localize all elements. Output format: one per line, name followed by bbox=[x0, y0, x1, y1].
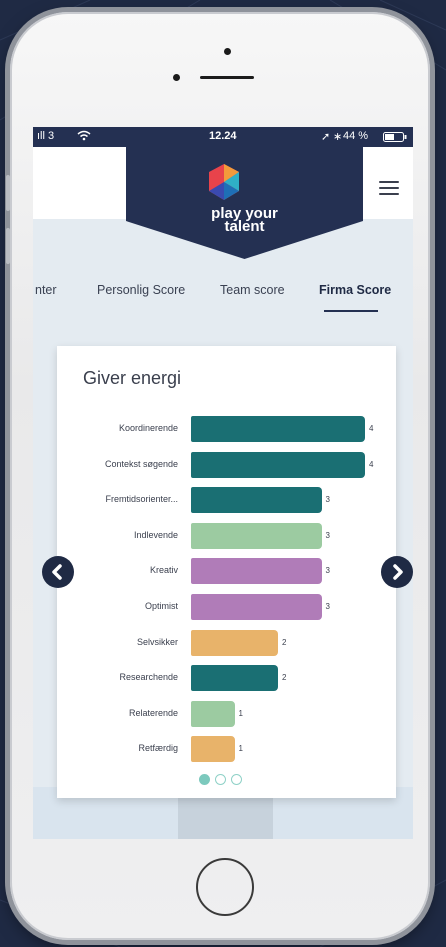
brand-name: play your talent bbox=[211, 205, 278, 235]
bar-row: Optimist 3 bbox=[57, 593, 396, 621]
front-camera bbox=[224, 48, 231, 55]
signal-indicator: ıll 3 bbox=[37, 130, 55, 142]
bar-row: Indlevende 3 bbox=[57, 522, 396, 550]
active-tab-indicator bbox=[324, 310, 378, 312]
header-banner bbox=[126, 147, 363, 259]
bar-label: Contekst søgende bbox=[104, 458, 178, 469]
tab-inter[interactable]: nter bbox=[35, 283, 57, 297]
hamburger-menu-icon[interactable] bbox=[379, 181, 399, 197]
home-button[interactable] bbox=[196, 858, 254, 916]
status-time: 12.24 bbox=[209, 130, 237, 142]
bar-label: Selvsikker bbox=[136, 636, 178, 647]
bar-value-label: 2 bbox=[282, 673, 287, 683]
bar-label: Retfærdig bbox=[138, 743, 178, 754]
play-your-talent-logo-icon bbox=[209, 164, 239, 200]
bar-label: Kreativ bbox=[149, 565, 178, 576]
bar bbox=[191, 522, 322, 549]
bar bbox=[191, 594, 322, 620]
bar-value-label: 4 bbox=[369, 459, 374, 469]
bar bbox=[191, 665, 278, 692]
previous-button[interactable] bbox=[42, 556, 74, 588]
bar-value-label: 1 bbox=[238, 708, 243, 718]
page-dot-3[interactable] bbox=[231, 774, 242, 785]
bar bbox=[191, 451, 365, 478]
chevron-left-icon bbox=[52, 564, 62, 580]
tab-firma-score[interactable]: Firma Score bbox=[319, 283, 391, 297]
bar bbox=[191, 416, 365, 442]
volume-button bbox=[6, 175, 10, 211]
bar bbox=[191, 558, 322, 585]
tab-team-score[interactable]: Team score bbox=[220, 283, 285, 297]
bar-value-label: 2 bbox=[282, 637, 287, 647]
bar-row: Relaterende 1 bbox=[57, 700, 396, 728]
earpiece-speaker bbox=[200, 76, 254, 79]
bar-label: Relaterende bbox=[128, 707, 178, 718]
bar-value-label: 3 bbox=[325, 602, 330, 611]
chart-title: Giver energi bbox=[83, 368, 182, 388]
bar-row: Contekst søgende 4 bbox=[57, 451, 396, 479]
bar-value-label: 3 bbox=[325, 530, 330, 540]
status-bar: ıll 3 12.24 ➚ ∗ 44 % bbox=[33, 127, 413, 147]
location-icon: ➚ bbox=[321, 131, 331, 143]
next-button[interactable] bbox=[381, 556, 413, 588]
bar-row: Koordinerende 4 bbox=[57, 415, 396, 443]
bar bbox=[191, 629, 278, 656]
bar bbox=[191, 487, 322, 514]
volume-button bbox=[6, 228, 10, 264]
battery-icon bbox=[383, 132, 407, 145]
page-dot-1[interactable] bbox=[199, 774, 210, 785]
bar-label: Koordinerende bbox=[118, 423, 178, 433]
battery-percent: 44 % bbox=[343, 130, 369, 142]
bar-row: Kreativ 3 bbox=[57, 557, 396, 585]
bar-value-label: 4 bbox=[369, 424, 374, 433]
bar-value-label: 3 bbox=[325, 495, 330, 505]
bar-label: Researchende bbox=[119, 672, 178, 683]
bar bbox=[191, 736, 235, 763]
bar-row: Retfærdig 1 bbox=[57, 735, 396, 763]
bar-row: Fremtidsorienter... 3 bbox=[57, 486, 396, 514]
page-indicator bbox=[199, 774, 259, 788]
bar-label: Fremtidsorienter... bbox=[105, 494, 178, 505]
page-dot-2[interactable] bbox=[215, 774, 226, 785]
tab-personlig-score[interactable]: Personlig Score bbox=[97, 283, 185, 297]
wifi-icon bbox=[77, 130, 91, 144]
proximity-sensor bbox=[173, 74, 180, 81]
bar-row: Selvsikker 2 bbox=[57, 629, 396, 657]
chevron-right-icon bbox=[393, 564, 403, 580]
bluetooth-icon: ∗ bbox=[333, 131, 343, 143]
bar-label: Optimist bbox=[144, 601, 178, 611]
bar-value-label: 1 bbox=[238, 744, 243, 754]
bar-value-label: 3 bbox=[325, 566, 330, 576]
bar bbox=[191, 700, 235, 727]
score-tabs: nter Personlig Score Team score Firma Sc… bbox=[33, 277, 413, 317]
bar-row: Researchende 2 bbox=[57, 664, 396, 692]
app-screen: ıll 3 12.24 ➚ ∗ 44 % play your talent nt… bbox=[33, 127, 413, 839]
bar-label: Indlevende bbox=[133, 529, 178, 540]
chart-card: Giver energi Koordinerende 4 Contekst søge… bbox=[57, 346, 396, 798]
